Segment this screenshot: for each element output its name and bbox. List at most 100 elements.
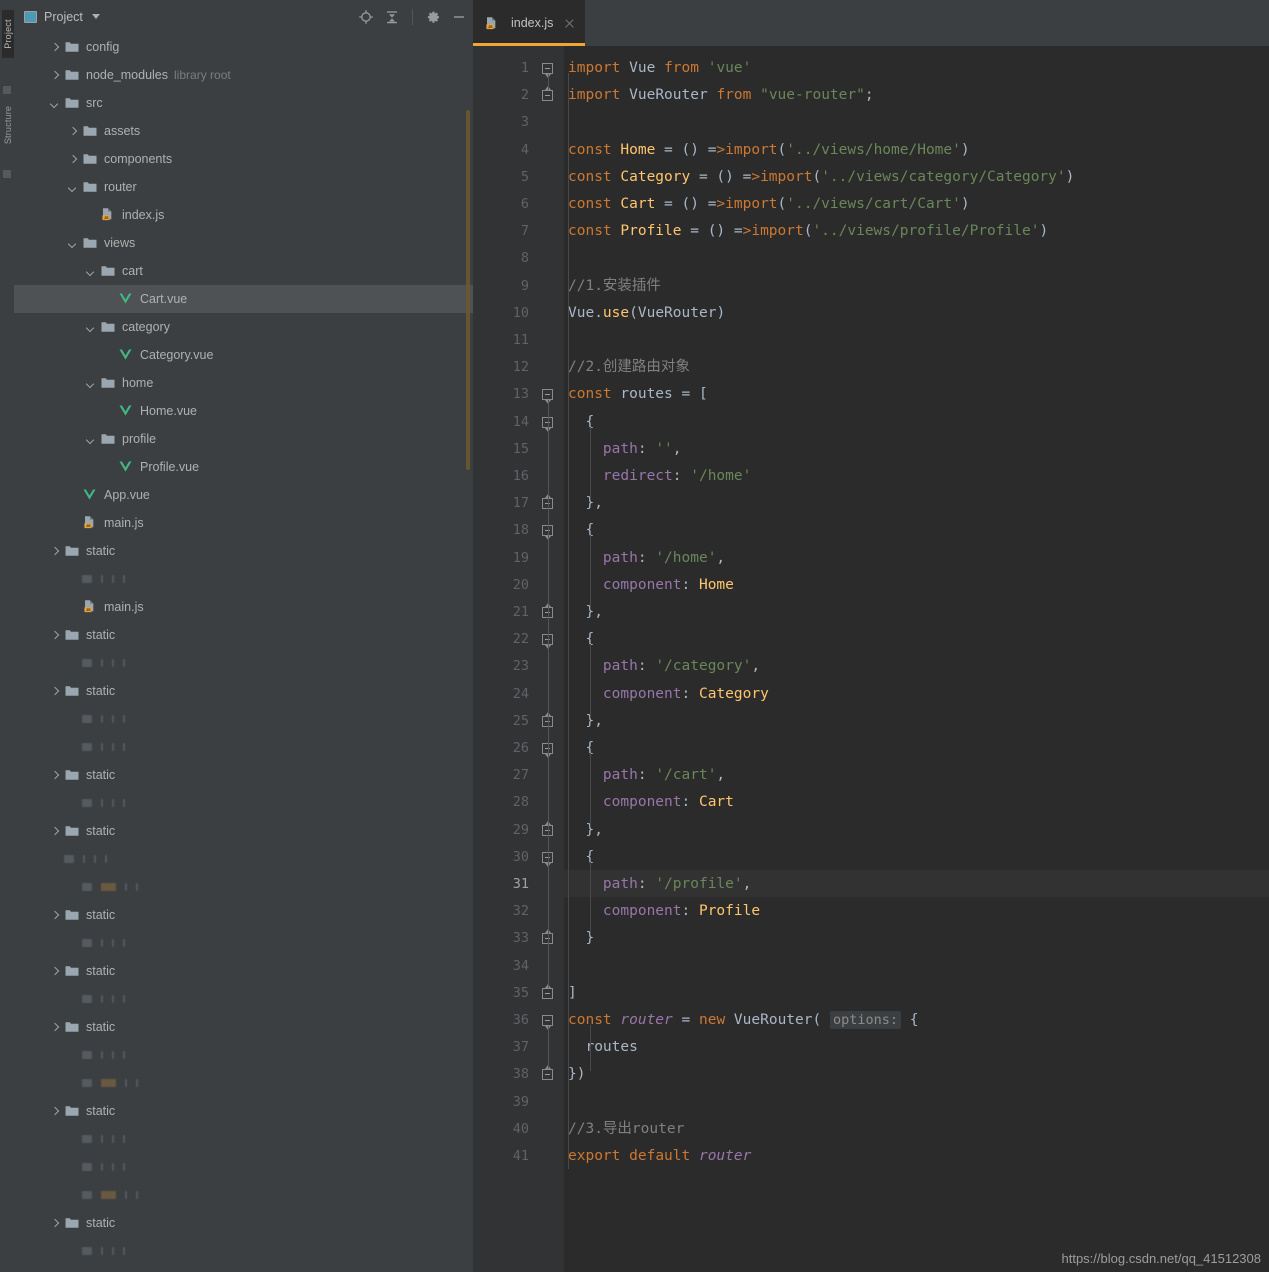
project-title-group[interactable]: Project	[14, 10, 100, 24]
chevron-right-icon[interactable]	[68, 127, 77, 136]
tree-item-src[interactable]: src	[14, 89, 473, 117]
code-line[interactable]: export default router	[564, 1143, 1269, 1170]
tree-item-placeholder[interactable]	[14, 985, 473, 1013]
chevron-down-icon[interactable]	[91, 14, 100, 19]
tool-strip-label-structure[interactable]: Structure	[3, 101, 13, 149]
code-line[interactable]: },	[564, 599, 1269, 626]
tree-item-placeholder[interactable]	[14, 929, 473, 957]
chevron-right-icon[interactable]	[50, 771, 59, 780]
chevron-right-icon[interactable]	[50, 631, 59, 640]
code-line[interactable]: //3.导出router	[564, 1116, 1269, 1143]
code-line[interactable]: },	[564, 817, 1269, 844]
tree-item-placeholder[interactable]	[14, 649, 473, 677]
code-line[interactable]: const router = new VueRouter( options: {	[564, 1007, 1269, 1034]
code-line[interactable]: path: '/home',	[564, 545, 1269, 572]
code-line[interactable]: {	[564, 844, 1269, 871]
tree-item-placeholder[interactable]	[14, 1153, 473, 1181]
tree-item-static[interactable]: static	[14, 1265, 473, 1272]
chevron-down-icon[interactable]	[86, 267, 95, 276]
tree-item-static[interactable]: static	[14, 901, 473, 929]
tree-item-views[interactable]: views	[14, 229, 473, 257]
code-line[interactable]: },	[564, 708, 1269, 735]
code-line[interactable]: path: '',	[564, 436, 1269, 463]
code-line[interactable]: component: Home	[564, 572, 1269, 599]
chevron-down-icon[interactable]	[68, 183, 77, 192]
tab-index-js[interactable]: JS index.js	[473, 0, 586, 46]
tree-item-assets[interactable]: assets	[14, 117, 473, 145]
code-line[interactable]: path: '/category',	[564, 653, 1269, 680]
fold-toggle[interactable]	[542, 86, 553, 102]
tree-item-placeholder[interactable]	[14, 1125, 473, 1153]
chevron-right-icon[interactable]	[50, 1219, 59, 1228]
tree-item-static[interactable]: static	[14, 621, 473, 649]
chevron-right-icon[interactable]	[50, 547, 59, 556]
code-line[interactable]: //2.创建路由对象	[564, 354, 1269, 381]
fold-toggle[interactable]	[542, 1015, 553, 1030]
tree-item-cart[interactable]: cart	[14, 257, 473, 285]
code-line[interactable]: }	[564, 925, 1269, 952]
chevron-right-icon[interactable]	[50, 967, 59, 976]
chevron-down-icon[interactable]	[50, 99, 59, 108]
tree-item-cart-vue[interactable]: Cart.vue	[14, 285, 473, 313]
minimize-icon[interactable]	[451, 9, 467, 25]
code-line[interactable]: {	[564, 626, 1269, 653]
tree-item-placeholder[interactable]	[14, 845, 473, 873]
code-line[interactable]: },	[564, 490, 1269, 517]
tree-item-node-modules[interactable]: node_modules library root	[14, 61, 473, 89]
chevron-right-icon[interactable]	[50, 1023, 59, 1032]
code-line[interactable]: routes	[564, 1034, 1269, 1061]
tree-item-static[interactable]: static	[14, 677, 473, 705]
code-line[interactable]: Vue.use(VueRouter)	[564, 300, 1269, 327]
sidebar-scrollbar[interactable]	[466, 110, 470, 470]
tree-item-profile[interactable]: profile	[14, 425, 473, 453]
chevron-down-icon[interactable]	[86, 435, 95, 444]
tree-item-profile-vue[interactable]: Profile.vue	[14, 453, 473, 481]
tree-item-index-js[interactable]: JS index.js	[14, 201, 473, 229]
tree-item-static[interactable]: static	[14, 761, 473, 789]
tree-item-placeholder[interactable]	[14, 733, 473, 761]
tree-item-placeholder[interactable]	[14, 789, 473, 817]
tree-item-placeholder[interactable]	[14, 705, 473, 733]
code-line[interactable]: {	[564, 517, 1269, 544]
tree-item-placeholder[interactable]	[14, 873, 473, 901]
chevron-down-icon[interactable]	[86, 379, 95, 388]
code-line[interactable]: const Category = () =>import('../views/c…	[564, 164, 1269, 191]
tree-item-static[interactable]: static	[14, 1209, 473, 1237]
tool-strip-label-project[interactable]: Project	[2, 10, 14, 58]
tree-item-placeholder[interactable]	[14, 1041, 473, 1069]
tree-item-main-js[interactable]: JS main.js	[14, 509, 473, 537]
tree-item-category[interactable]: category	[14, 313, 473, 341]
chevron-right-icon[interactable]	[50, 71, 59, 80]
code-line[interactable]: })	[564, 1061, 1269, 1088]
tree-item-static[interactable]: static	[14, 1097, 473, 1125]
code-line[interactable]: ]	[564, 980, 1269, 1007]
chevron-right-icon[interactable]	[50, 1107, 59, 1116]
chevron-down-icon[interactable]	[68, 239, 77, 248]
tree-item-placeholder[interactable]	[14, 565, 473, 593]
code-line[interactable]: const routes = [	[564, 381, 1269, 408]
project-tree[interactable]: config node_modules library root src assets c…	[14, 33, 473, 1272]
code-line[interactable]: component: Category	[564, 681, 1269, 708]
tree-item-static[interactable]: static	[14, 957, 473, 985]
code-line[interactable]: import VueRouter from "vue-router";	[564, 82, 1269, 109]
chevron-right-icon[interactable]	[50, 43, 59, 52]
tree-item-app-vue[interactable]: App.vue	[14, 481, 473, 509]
fold-toggle[interactable]	[542, 63, 553, 78]
tree-item-static[interactable]: static	[14, 1013, 473, 1041]
tree-item-home-vue[interactable]: Home.vue	[14, 397, 473, 425]
close-icon[interactable]	[564, 18, 575, 29]
code-line[interactable]: {	[564, 735, 1269, 762]
code-line[interactable]: import Vue from 'vue'	[564, 55, 1269, 82]
chevron-right-icon[interactable]	[50, 911, 59, 920]
code-line[interactable]: const Profile = () =>import('../views/pr…	[564, 218, 1269, 245]
tree-item-main-js[interactable]: JS main.js	[14, 593, 473, 621]
fold-toggle[interactable]	[542, 389, 553, 405]
tree-item-placeholder[interactable]	[14, 1181, 473, 1209]
fold-toggle[interactable]	[542, 1065, 553, 1081]
tree-item-router[interactable]: router	[14, 173, 473, 201]
collapse-all-icon[interactable]	[384, 9, 400, 25]
gear-icon[interactable]	[425, 9, 441, 25]
tree-item-home[interactable]: home	[14, 369, 473, 397]
code-line[interactable]: {	[564, 409, 1269, 436]
code-line[interactable]: path: '/cart',	[564, 762, 1269, 789]
